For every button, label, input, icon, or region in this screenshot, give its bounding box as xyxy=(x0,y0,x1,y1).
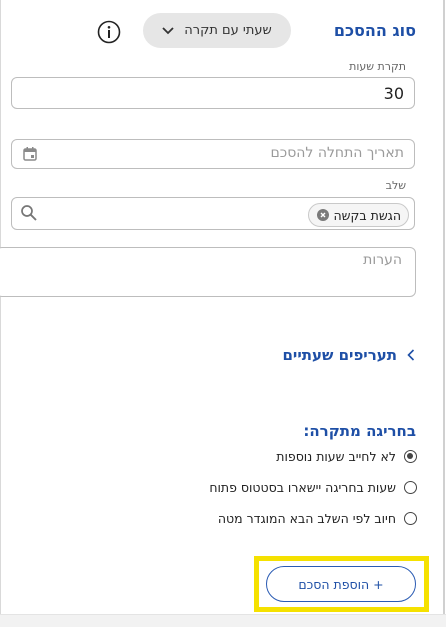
overflow-option-label: שעות בחריגה יישארו בסטטוס פתוח xyxy=(209,480,396,495)
scrollbar-track[interactable] xyxy=(443,0,445,626)
chip-remove-icon[interactable] xyxy=(316,209,329,221)
overflow-option-keep-open[interactable]: שעות בחריגה יישארו בסטטוס פתוח xyxy=(209,480,417,495)
overflow-option-label: חיוב לפי השלב הבא המוגדר מטה xyxy=(217,511,396,526)
add-agreement-button[interactable]: + הוספת הסכם xyxy=(266,566,416,602)
hourly-rates-toggle[interactable]: תעריפים שעתיים xyxy=(282,346,415,364)
stage-label: שלב xyxy=(385,179,406,192)
overflow-title: בחריגה מתקרה: xyxy=(303,422,416,440)
stage-chip-label: הגשת בקשה xyxy=(333,207,401,223)
search-icon[interactable] xyxy=(20,204,38,222)
info-icon[interactable] xyxy=(97,20,121,44)
hourly-rates-label: תעריפים שעתיים xyxy=(282,346,397,364)
start-date-placeholder: תאריך התחלה להסכם xyxy=(270,145,405,161)
chevron-left-icon xyxy=(407,349,415,361)
notes-placeholder: הערות xyxy=(363,252,402,268)
notes-textarea[interactable]: הערות xyxy=(0,247,416,297)
radio-no-charge[interactable] xyxy=(404,450,417,463)
chevron-down-icon xyxy=(162,26,174,34)
agreement-type-select[interactable]: שעתי עם תקרה xyxy=(143,13,291,48)
hours-cap-label: תקרת שעות xyxy=(349,60,406,73)
calendar-icon[interactable] xyxy=(22,146,38,162)
overflow-option-next-stage[interactable]: חיוב לפי השלב הבא המוגדר מטה xyxy=(218,511,417,526)
agreement-type-value: שעתי עם תקרה xyxy=(184,23,272,38)
agreement-type-title: סוג ההסכם xyxy=(333,21,416,40)
hours-cap-input[interactable]: 30 xyxy=(11,77,415,109)
bottom-border xyxy=(0,614,446,627)
overflow-option-no-charge[interactable]: לא לחייב שעות נוספות xyxy=(276,449,417,464)
overflow-option-label: לא לחייב שעות נוספות xyxy=(276,449,396,464)
left-border xyxy=(0,0,1,626)
start-date-input[interactable]: תאריך התחלה להסכם xyxy=(11,139,415,169)
hours-cap-value: 30 xyxy=(383,84,404,103)
radio-keep-open[interactable] xyxy=(404,481,417,494)
radio-next-stage[interactable] xyxy=(404,512,417,525)
stage-chip[interactable]: הגשת בקשה xyxy=(307,203,409,227)
stage-input[interactable]: הגשת בקשה xyxy=(11,197,415,230)
